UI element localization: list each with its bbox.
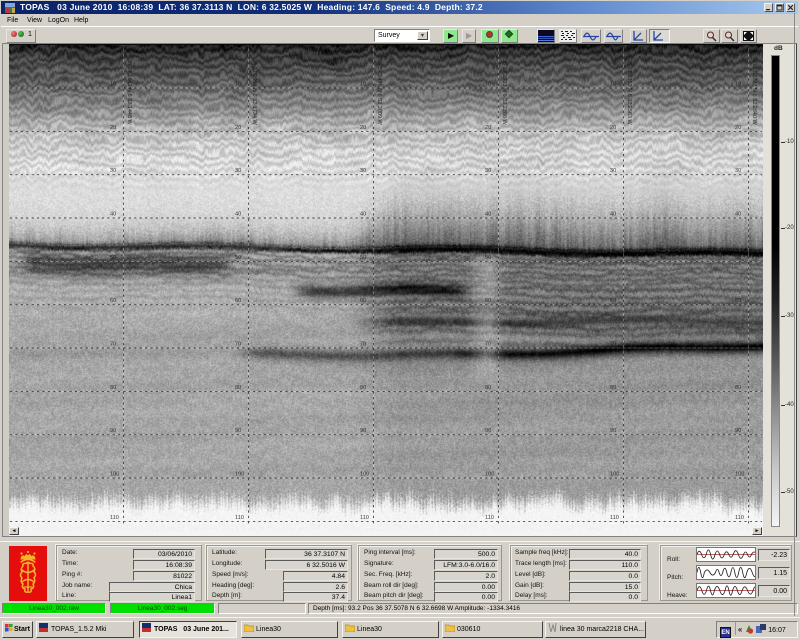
svg-text:50: 50: [235, 255, 241, 261]
svg-text:20: 20: [360, 125, 366, 131]
svg-text:80: 80: [735, 385, 741, 391]
svg-text:100: 100: [610, 472, 619, 478]
svg-text:100: 100: [735, 472, 744, 478]
svg-text:90: 90: [235, 428, 241, 434]
svg-text:20: 20: [235, 125, 241, 131]
svg-text:10: 10: [485, 82, 491, 88]
svg-text:36 37.2923 N 6 32.2286 W: 36 37.2923 N 6 32.2286 W: [501, 59, 507, 126]
svg-text:110: 110: [485, 515, 494, 521]
svg-text:90: 90: [485, 428, 491, 434]
svg-text:10: 10: [610, 82, 616, 88]
svg-text:80: 80: [610, 385, 616, 391]
svg-text:30: 30: [235, 168, 241, 174]
svg-text:10: 10: [735, 82, 741, 88]
svg-text:30: 30: [735, 168, 741, 174]
svg-text:40: 40: [360, 212, 366, 218]
svg-text:30: 30: [485, 168, 491, 174]
svg-text:100: 100: [360, 472, 369, 478]
svg-text:70: 70: [735, 342, 741, 348]
svg-text:10: 10: [110, 82, 116, 88]
svg-text:40: 40: [110, 212, 116, 218]
svg-text:110: 110: [610, 515, 619, 521]
svg-text:90: 90: [610, 428, 616, 434]
svg-text:80: 80: [485, 385, 491, 391]
svg-text:20: 20: [610, 125, 616, 131]
svg-text:40: 40: [735, 212, 741, 218]
svg-text:36 37.3777 N 6 32.2840 W: 36 37.3777 N 6 32.2840 W: [751, 59, 757, 126]
svg-text:110: 110: [110, 515, 119, 521]
svg-text:20: 20: [110, 125, 116, 131]
svg-text:50: 50: [735, 255, 741, 261]
svg-text:10: 10: [235, 82, 241, 88]
svg-text:40: 40: [485, 212, 491, 218]
svg-text:60: 60: [110, 298, 116, 304]
svg-text:40: 40: [610, 212, 616, 218]
svg-text:10: 10: [360, 82, 366, 88]
svg-text:110: 110: [235, 515, 244, 521]
svg-text:70: 70: [485, 342, 491, 348]
svg-text:60: 60: [485, 298, 491, 304]
svg-text:70: 70: [610, 342, 616, 348]
svg-text:36 37.2496 N 6 32.2009 W: 36 37.2496 N 6 32.2009 W: [376, 59, 382, 126]
svg-text:30: 30: [610, 168, 616, 174]
svg-text:30: 30: [360, 168, 366, 174]
svg-text:90: 90: [735, 428, 741, 434]
svg-text:70: 70: [110, 342, 116, 348]
svg-text:30: 30: [110, 168, 116, 174]
svg-text:60: 60: [235, 298, 241, 304]
svg-text:50: 50: [110, 255, 116, 261]
svg-text:20: 20: [485, 125, 491, 131]
svg-text:80: 80: [360, 385, 366, 391]
svg-text:110: 110: [735, 515, 744, 521]
svg-text:100: 100: [110, 472, 119, 478]
svg-text:50: 50: [610, 255, 616, 261]
svg-text:100: 100: [235, 472, 244, 478]
svg-text:80: 80: [235, 385, 241, 391]
svg-text:36 37.1642 N 6 32.1448 W: 36 37.1642 N 6 32.1448 W: [126, 59, 132, 126]
svg-text:60: 60: [735, 298, 741, 304]
svg-text:50: 50: [485, 255, 491, 261]
svg-text:100: 100: [485, 472, 494, 478]
svg-text:20: 20: [735, 125, 741, 131]
svg-text:70: 70: [360, 342, 366, 348]
svg-text:40: 40: [235, 212, 241, 218]
svg-text:60: 60: [610, 298, 616, 304]
svg-text:36 37.3350 N 6 32.2563 W: 36 37.3350 N 6 32.2563 W: [626, 59, 632, 126]
svg-text:110: 110: [360, 515, 369, 521]
svg-text:90: 90: [360, 428, 366, 434]
svg-text:80: 80: [110, 385, 116, 391]
svg-text:60: 60: [360, 298, 366, 304]
svg-text:50: 50: [360, 255, 366, 261]
svg-text:36 37.2069 N 6 32.1734 W: 36 37.2069 N 6 32.1734 W: [251, 59, 257, 126]
svg-text:90: 90: [110, 428, 116, 434]
svg-text:70: 70: [235, 342, 241, 348]
